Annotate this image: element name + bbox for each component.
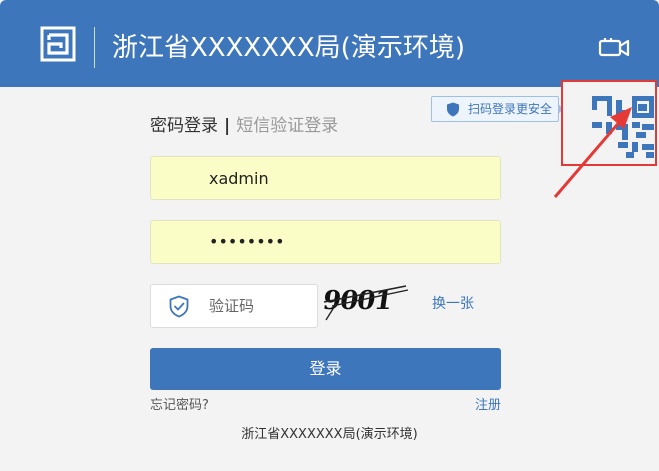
username-field[interactable]	[150, 156, 501, 200]
tab-password-login[interactable]: 密码登录	[150, 116, 218, 136]
captcha-noise-lines	[323, 285, 409, 321]
tab-sms-login[interactable]: 短信验证登录	[236, 116, 338, 136]
captcha-field[interactable]	[150, 284, 318, 328]
footer-text: 浙江省XXXXXXX局(演示环境)	[241, 427, 418, 442]
header-divider	[94, 27, 95, 68]
captcha-input[interactable]	[209, 285, 309, 327]
username-input[interactable]	[209, 157, 489, 199]
scan-login-badge[interactable]: 扫码登录更安全	[431, 96, 564, 122]
header-bar: 浙江省XXXXXXX局(演示环境)	[0, 0, 659, 87]
login-button[interactable]: 登录	[150, 348, 501, 390]
forgot-password-link[interactable]: 忘记密码?	[150, 397, 209, 415]
shield-icon	[169, 295, 189, 318]
login-tabs: 密码登录 | 短信验证登录	[150, 113, 338, 139]
annotation-arrow-icon	[553, 107, 632, 198]
tab-separator: |	[224, 116, 231, 136]
register-link[interactable]: 注册	[475, 397, 501, 415]
scan-login-label: 扫码登录更安全	[468, 102, 553, 116]
header-title: 浙江省XXXXXXX局(演示环境)	[112, 33, 465, 63]
login-window: 浙江省XXXXXXX局(演示环境) 密码登录 |短信验证登录 扫码登录更安全	[0, 0, 659, 471]
refresh-captcha-link[interactable]: 换一张	[432, 295, 474, 313]
password-input[interactable]: ••••••••	[209, 221, 285, 263]
logo-icon	[40, 26, 76, 62]
video-camera-icon[interactable]	[598, 36, 630, 58]
password-field[interactable]: ••••••••	[150, 220, 501, 264]
shield-icon	[447, 102, 459, 117]
